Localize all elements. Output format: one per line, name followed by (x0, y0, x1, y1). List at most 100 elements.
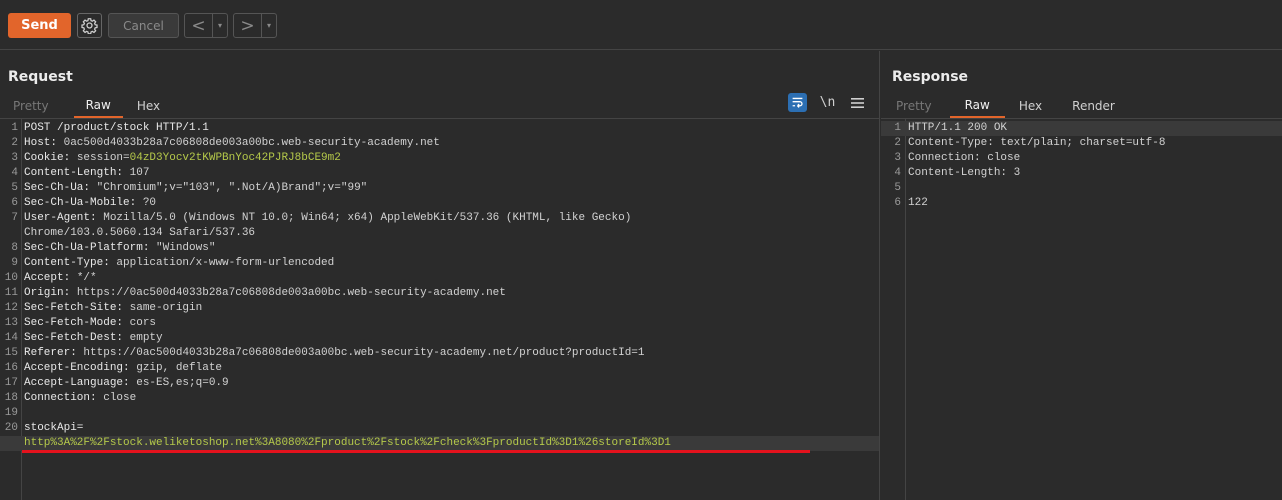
forward-button[interactable]: > (234, 14, 262, 37)
line-number: 5 (11, 182, 18, 194)
tab-hex[interactable]: Hex (125, 94, 172, 118)
tab-raw[interactable]: Raw (73, 94, 123, 118)
header-name: Sec-Fetch-Mode: (24, 317, 130, 329)
code-line: 7 User-Agent: Mozilla/5.0 (Windows NT 10.… (0, 211, 879, 226)
code-line: 5 Sec-Ch-Ua: "Chromium";v="103", ".Not/A)… (0, 181, 879, 196)
request-title: Request (8, 69, 73, 85)
request-code[interactable]: 1 POST /product/stock HTTP/1.1 2 Host: 0ac5… (0, 121, 879, 453)
forward-history-dropdown[interactable]: ▾ (262, 14, 276, 37)
line-text: Chrome/103.0.5060.134 Safari/537.36 (24, 226, 255, 241)
gear-icon (81, 18, 98, 34)
line-text: Referer: https://0ac500d4033b28a7c06808d… (24, 346, 645, 361)
line-number: 17 (4, 377, 18, 389)
tab-raw[interactable]: Raw (949, 94, 1005, 118)
line-text: Sec-Ch-Ua-Platform: "Windows" (24, 241, 215, 256)
line-number: 6 (894, 197, 901, 209)
header-name: Sec-Ch-Ua-Mobile: (24, 197, 143, 209)
tab-hex[interactable]: Hex (1007, 94, 1054, 118)
code-line: 4 Content-Length: 3 (881, 166, 1282, 181)
header-name: Origin: (24, 287, 77, 299)
line-text: Content-Type: application/x-www-form-url… (24, 256, 334, 271)
response-title: Response (892, 69, 969, 85)
line-number: 4 (894, 167, 901, 179)
header-value: https://0ac500d4033b28a7c06808de003a00bc… (76, 287, 506, 299)
header-value: https://0ac500d4033b28a7c06808de003a00bc… (83, 347, 645, 359)
line-text: Connection: close (908, 152, 1021, 164)
code-line: 3 Connection: close (881, 151, 1282, 166)
header-name: Content-Length: (24, 167, 130, 179)
header-value: es-ES,es;q=0.9 (136, 377, 229, 389)
code-line: 1 HTTP/1.1 200 OK (881, 121, 1282, 136)
line-text: Sec-Fetch-Mode: cors (24, 316, 156, 331)
newline-toggle[interactable]: \n (818, 93, 837, 112)
line-text: HTTP/1.1 200 OK (908, 122, 1008, 134)
header-name: POST /product/stock HTTP/1.1 (24, 122, 209, 134)
header-name: Referer: (24, 347, 84, 359)
word-wrap-toggle[interactable] (788, 93, 807, 112)
header-name: Sec-Ch-Ua: (24, 182, 97, 194)
code-line: 4 Content-Length: 107 (0, 166, 879, 181)
settings-button[interactable] (77, 13, 102, 38)
line-text: Content-Length: 107 (24, 166, 149, 181)
code-line: 11 Origin: https://0ac500d4033b28a7c06808… (0, 286, 879, 301)
tab-pretty[interactable]: Pretty (890, 94, 938, 118)
line-number: 19 (4, 407, 18, 419)
header-value: */* (76, 272, 97, 284)
line-number: 12 (4, 302, 18, 314)
response-editor[interactable]: 1 HTTP/1.1 200 OK 2 Content-Type: text/plai… (881, 119, 1282, 500)
header-name: Accept: (24, 272, 77, 284)
back-button[interactable]: < (185, 14, 213, 37)
line-number: 20 (4, 422, 18, 434)
line-text: Host: 0ac500d4033b28a7c06808de003a00bc.w… (24, 136, 440, 151)
line-number: 5 (894, 182, 901, 194)
line-number: 11 (4, 287, 18, 299)
line-number: 18 (4, 392, 18, 404)
header-name: Accept-Encoding: (24, 362, 137, 374)
line-number: 1 (894, 122, 901, 134)
header-name: User-Agent: (24, 212, 104, 224)
header-value: Mozilla/5.0 (Windows NT 10.0; Win64; x64… (103, 212, 632, 224)
line-text: Origin: https://0ac500d4033b28a7c06808de… (24, 286, 506, 301)
code-line: 20 stockApi= (0, 421, 879, 436)
line-number: 1 (11, 122, 18, 134)
back-history-dropdown[interactable]: ▾ (213, 14, 227, 37)
code-line: 8 Sec-Ch-Ua-Platform: "Windows" (0, 241, 879, 256)
code-line: 18 Connection: close (0, 391, 879, 406)
line-text: POST /product/stock HTTP/1.1 (24, 121, 209, 136)
line-number: 4 (11, 167, 18, 179)
line-text: Sec-Ch-Ua: "Chromium";v="103", ".Not/A)B… (24, 181, 367, 196)
code-line: 17 Accept-Language: es-ES,es;q=0.9 (0, 376, 879, 391)
response-code[interactable]: 1 HTTP/1.1 200 OK 2 Content-Type: text/plai… (881, 121, 1282, 211)
line-text: Accept-Encoding: gzip, deflate (24, 361, 222, 376)
line-text: 122 (908, 197, 928, 209)
header-value: same-origin (129, 302, 203, 314)
newline-icon: \n (819, 95, 836, 110)
line-text: User-Agent: Mozilla/5.0 (Windows NT 10.0… (24, 211, 631, 226)
menu-button[interactable] (848, 93, 867, 112)
line-number: 6 (11, 197, 18, 209)
line-number: 14 (4, 332, 18, 344)
tab-render[interactable]: Render (1060, 94, 1127, 118)
header-value: "Chromium";v="103", ".Not/A)Brand";v="99… (96, 182, 368, 194)
header-name: Accept-Language: (24, 377, 137, 389)
line-number: 10 (4, 272, 18, 284)
code-line: 15 Referer: https://0ac500d4033b28a7c0680… (0, 346, 879, 361)
line-number: 13 (4, 317, 18, 329)
header-name: Sec-Fetch-Site: (24, 302, 130, 314)
line-number: 3 (11, 152, 18, 164)
request-editor[interactable]: 1 POST /product/stock HTTP/1.1 2 Host: 0ac5… (0, 119, 879, 500)
line-number: 2 (11, 137, 18, 149)
send-button[interactable]: Send (8, 13, 71, 38)
code-line: 1 POST /product/stock HTTP/1.1 (0, 121, 879, 136)
header-name: Sec-Ch-Ua-Platform: (24, 242, 157, 254)
header-value: application/x-www-form-urlencoded (116, 257, 335, 269)
tab-pretty[interactable]: Pretty (1, 94, 61, 118)
response-pane: Response Pretty Raw Hex Render 1 HTTP/1.1… (881, 51, 1282, 500)
header-value: session= (76, 152, 130, 164)
request-tabs: Pretty Raw Hex (1, 94, 172, 118)
code-line: 19 (0, 406, 879, 421)
code-line: 2 Host: 0ac500d4033b28a7c06808de003a00bc.… (0, 136, 879, 151)
cancel-button[interactable]: Cancel (108, 13, 179, 38)
forward-nav: > ▾ (233, 13, 277, 38)
line-number: 7 (11, 212, 18, 224)
